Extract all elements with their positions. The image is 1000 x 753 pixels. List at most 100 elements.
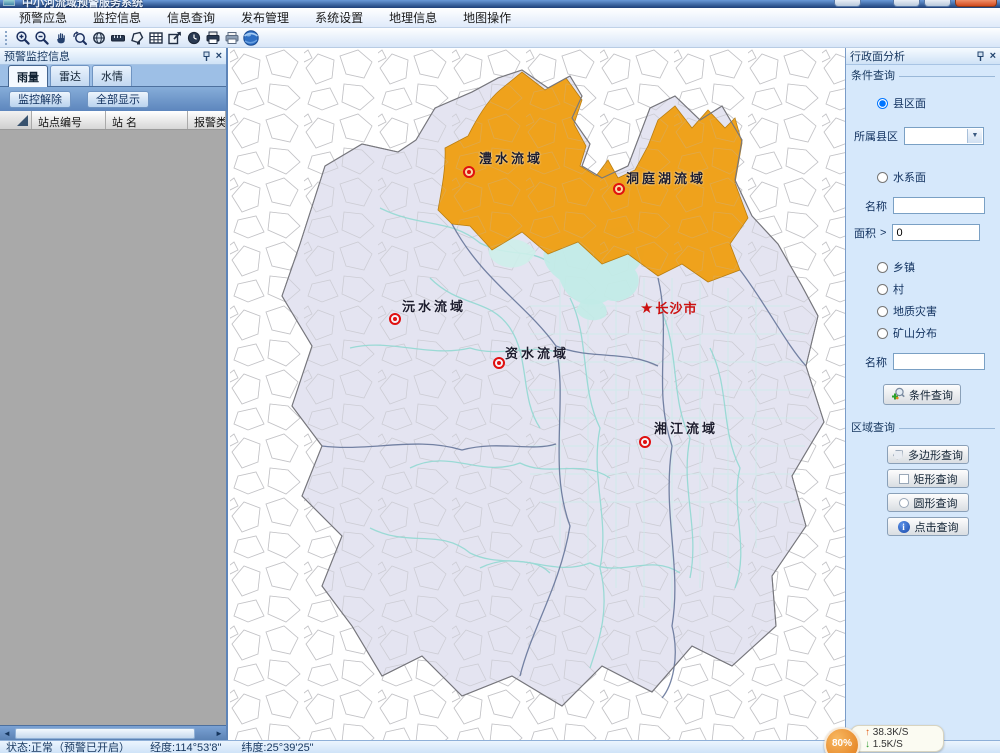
admin-area-analysis-panel: 行政面分析 × 条件查询 县区面 所属县区 ▼ 水系面 名称 — [845, 48, 1000, 740]
right-panel-header: 行政面分析 × — [846, 48, 1000, 65]
export-map-icon[interactable] — [165, 29, 184, 47]
tab-water-level[interactable]: 水情 — [92, 65, 132, 86]
longitude-readout: 经度:114°53'8" — [140, 739, 231, 753]
marker-zishui[interactable] — [493, 357, 505, 369]
download-arrow-icon: ↓ — [865, 739, 870, 750]
measure-ruler-icon[interactable] — [108, 29, 127, 47]
marker-dongting[interactable] — [613, 183, 625, 195]
marker-lishui[interactable] — [463, 166, 475, 178]
status-text: 状态:正常（预警已开启） — [0, 739, 140, 753]
label-changsha-city: ★长沙市 — [640, 298, 697, 317]
radio-township[interactable] — [877, 262, 888, 273]
menu-info-query[interactable]: 信息查询 — [154, 7, 228, 28]
menu-bar: 预警应急 监控信息 信息查询 发布管理 系统设置 地理信息 地图操作 — [0, 8, 1000, 28]
polygon-query-button[interactable]: 多边形查询 — [887, 445, 969, 464]
rectangle-query-button[interactable]: 矩形查询 — [887, 469, 969, 488]
polygon-select-icon[interactable] — [127, 29, 146, 47]
radio-village[interactable] — [877, 284, 888, 295]
tab-rainfall[interactable]: 雨量 — [8, 65, 48, 87]
window-extra-button[interactable] — [834, 0, 861, 7]
latitude-readout: 纬度:25°39'25" — [231, 739, 323, 753]
close-panel-icon[interactable]: × — [990, 51, 996, 62]
scrollbar-thumb[interactable] — [15, 728, 195, 739]
pin-icon[interactable] — [202, 51, 211, 62]
history-clock-icon[interactable] — [184, 29, 203, 47]
changsha-text: 长沙市 — [655, 301, 697, 316]
zoom-in-icon[interactable] — [13, 29, 32, 47]
upload-arrow-icon: ↑ — [865, 727, 870, 738]
close-button[interactable] — [955, 0, 997, 7]
minimize-button[interactable] — [893, 0, 920, 7]
window-title: 中小河流域预警服务系统 — [22, 0, 143, 8]
menu-warning-emergency[interactable]: 预警应急 — [6, 7, 80, 28]
network-speed-widget[interactable]: ↑ 38.3K/S ↓ 1.5K/S 80% — [824, 724, 954, 753]
rectangle-query-label: 矩形查询 — [914, 471, 958, 487]
column-station-name[interactable]: 站 名 — [106, 111, 188, 129]
radio-township-label: 乡镇 — [893, 259, 915, 275]
chevron-down-icon[interactable]: ▼ — [967, 129, 982, 143]
menu-monitor-info[interactable]: 监控信息 — [80, 7, 154, 28]
county-select-dropdown[interactable]: ▼ — [904, 127, 984, 145]
menu-system-settings[interactable]: 系统设置 — [302, 7, 376, 28]
marker-xiangjiang[interactable] — [639, 436, 651, 448]
map-viewport[interactable]: 澧水流域 洞庭湖流域 沅水流域 资水流域 ★长沙市 湘江流域 — [230, 48, 845, 740]
pan-hand-icon[interactable] — [51, 29, 70, 47]
tab-radar[interactable]: 雷达 — [50, 65, 90, 86]
upload-speed: 38.3K/S — [873, 727, 909, 738]
zoom-previous-icon[interactable] — [70, 29, 89, 47]
marker-yuanshui[interactable] — [389, 313, 401, 325]
radio-county-area[interactable] — [877, 98, 888, 109]
menu-geo-info[interactable]: 地理信息 — [376, 7, 450, 28]
label-yuanshui-basin: 沅水流域 — [402, 296, 466, 315]
info-icon: i — [898, 521, 910, 533]
radio-geological-disaster[interactable] — [877, 306, 888, 317]
printer-icon[interactable] — [203, 29, 222, 47]
menu-publish-manage[interactable]: 发布管理 — [228, 7, 302, 28]
maximize-button[interactable] — [924, 0, 951, 7]
internet-globe-icon[interactable] — [241, 29, 260, 47]
zoom-out-icon[interactable] — [32, 29, 51, 47]
radio-mine-distribution[interactable] — [877, 328, 888, 339]
column-station-id[interactable]: 站点编号 — [32, 111, 106, 129]
click-query-label: 点击查询 — [915, 519, 959, 535]
condition-query-title: 条件查询 — [851, 67, 995, 83]
polygon-icon — [893, 450, 903, 460]
radio-water-system-label: 水系面 — [893, 169, 926, 185]
show-all-button[interactable]: 全部显示 — [87, 91, 149, 108]
region-query-title: 区域查询 — [851, 419, 995, 435]
circle-query-button[interactable]: 圆形查询 — [887, 493, 969, 512]
horizontal-scrollbar[interactable]: ◄ ► — [0, 725, 226, 740]
label-zishui-basin: 资水流域 — [505, 343, 569, 362]
area-input[interactable] — [892, 224, 980, 241]
radio-county-area-label: 县区面 — [893, 95, 926, 111]
left-panel-tabs: 雨量 雷达 水情 — [0, 65, 226, 86]
menu-map-operations[interactable]: 地图操作 — [450, 7, 524, 28]
toolbar-grip — [5, 31, 10, 45]
click-query-button[interactable]: i 点击查询 — [887, 517, 969, 536]
condition-query-button[interactable]: 条件查询 — [883, 384, 961, 405]
label-lishui-basin: 澧水流域 — [479, 148, 543, 167]
close-panel-icon[interactable]: × — [216, 51, 222, 62]
warning-monitor-panel: 预警监控信息 × 雨量 雷达 水情 监控解除 全部显示 站点编号 站 名 报警类… — [0, 48, 228, 740]
grid-layers-icon[interactable] — [146, 29, 165, 47]
radio-village-label: 村 — [893, 281, 904, 297]
left-panel-header: 预警监控信息 × — [0, 48, 226, 65]
globe-small-icon[interactable] — [89, 29, 108, 47]
pin-icon[interactable] — [976, 51, 985, 62]
print-preview-icon[interactable] — [222, 29, 241, 47]
select-all-corner[interactable] — [0, 111, 32, 129]
name2-input[interactable] — [893, 353, 985, 370]
column-alarm-type[interactable]: 报警类别 — [188, 111, 226, 129]
circle-query-label: 圆形查询 — [914, 495, 958, 511]
monitor-release-button[interactable]: 监控解除 — [9, 91, 71, 108]
label-xiangjiang-basin: 湘江流域 — [654, 418, 718, 437]
greater-than-symbol: > — [880, 227, 886, 239]
name-input[interactable] — [893, 197, 985, 214]
label-dongting-lake-basin: 洞庭湖流域 — [626, 168, 706, 187]
radio-water-system-area[interactable] — [877, 172, 888, 183]
county-select-label: 所属县区 — [854, 128, 898, 144]
right-panel-title: 行政面分析 — [850, 48, 976, 64]
condition-query-group: 条件查询 县区面 所属县区 ▼ 水系面 名称 面积 > 乡镇 — [851, 67, 995, 405]
star-icon: ★ — [640, 300, 654, 317]
station-table-header: 站点编号 站 名 报警类别 — [0, 111, 226, 130]
